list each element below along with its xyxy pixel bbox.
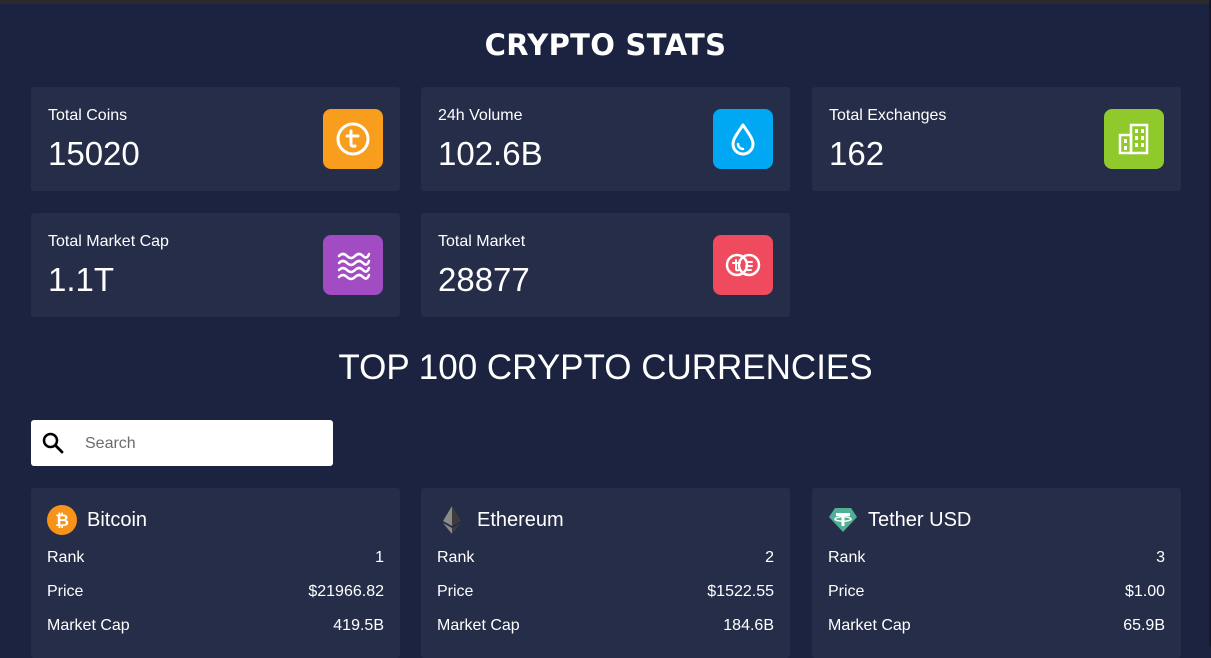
coin-header: ₿ Bitcoin [47, 504, 147, 536]
market-cap-label: Market Cap [47, 617, 130, 634]
ethereum-icon [437, 505, 467, 535]
stat-label: Total Market Cap [48, 233, 169, 250]
coin-name: Ethereum [477, 508, 564, 531]
stat-value: 162 [829, 135, 885, 172]
price-label: Price [437, 583, 474, 600]
coin-card-bitcoin[interactable]: ₿ Bitcoin Rank 1 Price $21966.82 Market Ca… [31, 488, 400, 658]
building-icon [1104, 109, 1164, 169]
coin-name: Tether USD [868, 508, 972, 531]
waves-icon [323, 235, 383, 295]
rank-row: Rank 1 [47, 549, 384, 569]
stat-card-total-market: Total Market 28877 [421, 213, 790, 317]
market-cap-value: 65.9B [1123, 617, 1165, 634]
stat-label: Total Market [438, 233, 526, 250]
coin-name: Bitcoin [87, 508, 148, 531]
stat-label: 24h Volume [438, 107, 523, 124]
coins-exchange-icon [713, 235, 773, 295]
coin-card-tether[interactable]: Tether USD Rank 3 Price $1.00 Market Cap 65… [812, 488, 1181, 658]
market-cap-value: 184.6B [723, 617, 774, 634]
window-top-border [0, 0, 1211, 4]
coin-header: Tether USD [828, 504, 971, 536]
stat-card-total-coins: Total Coins 15020 [31, 87, 400, 191]
search-icon [42, 432, 64, 454]
stat-value: 15020 [48, 135, 140, 172]
rank-label: Rank [47, 549, 85, 566]
rank-value: 3 [1156, 549, 1165, 566]
market-cap-label: Market Cap [437, 617, 520, 634]
rank-value: 2 [765, 549, 774, 566]
market-cap-row: Market Cap 65.9B [828, 617, 1165, 637]
price-value: $1.00 [1124, 583, 1165, 600]
stat-value: 1.1T [48, 261, 115, 298]
rank-row: Rank 2 [437, 549, 774, 569]
price-row: Price $1.00 [828, 583, 1165, 603]
price-value: $21966.82 [308, 583, 384, 600]
coin-card-ethereum[interactable]: Ethereum Rank 2 Price $1522.55 Market Cap 1… [421, 488, 790, 658]
stat-label: Total Exchanges [829, 107, 947, 124]
market-cap-label: Market Cap [828, 617, 911, 634]
rank-label: Rank [828, 549, 866, 566]
price-value: $1522.55 [707, 583, 774, 600]
market-cap-value: 419.5B [333, 617, 384, 634]
svg-text:₿: ₿ [55, 511, 69, 531]
droplet-icon [713, 109, 773, 169]
price-label: Price [828, 583, 865, 600]
search-box[interactable] [31, 420, 333, 468]
stat-card-24h-volume: 24h Volume 102.6B [421, 87, 790, 191]
price-row: Price $21966.82 [47, 583, 384, 603]
rank-value: 1 [375, 549, 384, 566]
rank-label: Rank [437, 549, 475, 566]
rank-row: Rank 3 [828, 549, 1165, 569]
price-row: Price $1522.55 [437, 583, 774, 603]
market-cap-row: Market Cap 419.5B [47, 617, 384, 637]
price-label: Price [47, 583, 84, 600]
market-cap-row: Market Cap 184.6B [437, 617, 774, 637]
stat-value: 28877 [438, 261, 530, 298]
stat-value: 102.6B [438, 135, 543, 172]
stat-label: Total Coins [48, 107, 128, 124]
bitcoin-icon: ₿ [47, 505, 77, 535]
search-input[interactable] [83, 420, 327, 468]
stat-card-total-market-cap: Total Market Cap 1.1T [31, 213, 400, 317]
coin-header: Ethereum [437, 504, 564, 536]
page-title: CRYPTO STATS [484, 28, 727, 62]
coin-t-icon [323, 109, 383, 169]
stat-card-total-exchanges: Total Exchanges 162 [812, 87, 1181, 191]
tether-icon [828, 505, 858, 535]
section-title: TOP 100 CRYPTO CURRENCIES [338, 348, 873, 387]
